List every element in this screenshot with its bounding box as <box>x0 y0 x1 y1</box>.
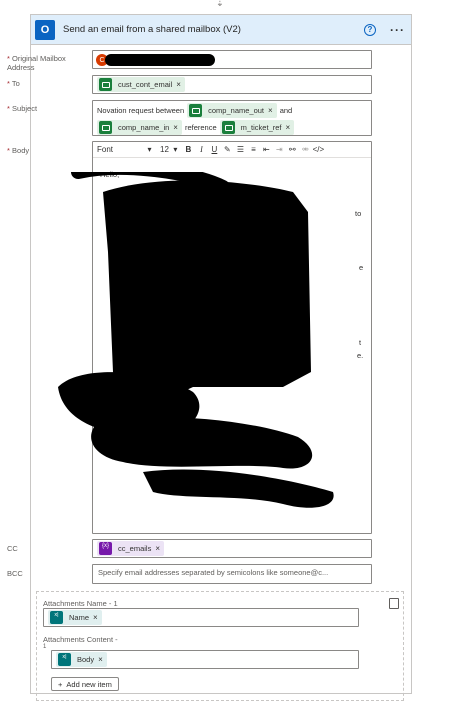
subject-text: reference <box>184 122 217 132</box>
remove-token-icon[interactable]: × <box>176 80 181 89</box>
subject-token[interactable]: comp_name_out × <box>187 103 277 118</box>
subject-text: and <box>279 106 293 115</box>
remove-token-icon[interactable]: × <box>286 123 291 132</box>
chevron-down-icon[interactable]: ▾ <box>143 143 156 157</box>
attachment-content-index: 1 <box>43 644 47 650</box>
card-header[interactable]: O Send an email from a shared mailbox (V… <box>31 15 411 45</box>
editor-toolbar: Font ▾ 12 ▾ B I U ✎ ☰ ≡ ⇤ ⇥ ⚯ ⚮ </> <box>93 142 371 158</box>
remove-token-icon[interactable]: × <box>155 544 160 553</box>
attachment-content-token[interactable]: Body × <box>56 652 107 667</box>
to-field[interactable]: cust_cont_email × <box>92 75 372 94</box>
cc-label: CC <box>7 544 18 553</box>
dynamic-content-icon <box>221 120 235 134</box>
variable-icon <box>99 542 112 555</box>
more-options-icon[interactable]: ··· <box>390 23 405 37</box>
card-title: Send an email from a shared mailbox (V2) <box>63 24 241 35</box>
underline-icon[interactable]: U <box>208 143 221 157</box>
attachment-name-label: Attachments Name - 1 <box>43 599 118 608</box>
code-view-icon[interactable]: </> <box>312 143 325 157</box>
numbered-list-icon[interactable]: ≡ <box>247 143 260 157</box>
outlook-icon: O <box>35 19 55 40</box>
subject-label: * Subject <box>7 104 38 113</box>
bcc-placeholder: Specify email addresses separated by sem… <box>98 568 329 577</box>
cc-field[interactable]: cc_emails × <box>92 539 372 558</box>
size-select[interactable]: 12 <box>160 145 169 154</box>
cc-token[interactable]: cc_emails × <box>97 541 165 556</box>
help-icon[interactable]: ? <box>364 23 376 36</box>
add-new-item-button[interactable]: + Add new item <box>51 677 119 691</box>
plus-icon: + <box>58 679 63 689</box>
italic-icon[interactable]: I <box>195 143 208 157</box>
unlink-icon[interactable]: ⚮ <box>299 143 312 157</box>
body-editor[interactable]: Font ▾ 12 ▾ B I U ✎ ☰ ≡ ⇤ ⇥ ⚯ ⚮ </> Hell… <box>58 141 372 534</box>
subject-text: Novation request between <box>97 106 185 115</box>
to-label: * To <box>7 79 20 88</box>
mailbox-field[interactable]: C <box>92 50 372 69</box>
dynamic-content-icon <box>99 120 112 134</box>
subject-token[interactable]: m_ticket_ref × <box>219 119 295 135</box>
link-icon[interactable]: ⚯ <box>286 143 299 157</box>
remove-token-icon[interactable]: × <box>93 613 98 622</box>
subject-field[interactable]: Novation request between comp_name_out ×… <box>92 100 372 136</box>
pen-icon[interactable]: ✎ <box>221 143 234 157</box>
dynamic-content-icon <box>189 104 203 117</box>
switch-to-input-icon[interactable] <box>389 598 399 609</box>
dynamic-content-icon <box>99 78 112 91</box>
remove-token-icon[interactable]: × <box>98 655 103 664</box>
attachment-content-label: Attachments Content - <box>43 635 118 644</box>
outdent-icon[interactable]: ⇤ <box>260 143 273 157</box>
bold-icon[interactable]: B <box>182 143 195 157</box>
attachment-name-field[interactable]: Name × <box>43 608 359 627</box>
indent-icon[interactable]: ⇥ <box>273 143 286 157</box>
compose-icon <box>50 611 63 624</box>
chevron-down-icon[interactable]: ▾ <box>169 143 182 157</box>
attachments-box: Attachments Name - 1 Name × Attachments … <box>36 591 404 701</box>
mailbox-label: * Original Mailbox Address <box>7 54 66 72</box>
subject-token[interactable]: comp_name_in × <box>97 119 182 135</box>
attachment-content-field[interactable]: Body × <box>51 650 359 669</box>
font-select[interactable]: Font <box>97 145 143 154</box>
body-label: * Body <box>7 146 30 155</box>
bcc-field[interactable]: Specify email addresses separated by sem… <box>92 564 372 584</box>
to-token[interactable]: cust_cont_email × <box>97 77 185 92</box>
redaction-scribble <box>58 172 334 508</box>
redaction-mark <box>105 54 215 66</box>
attachment-name-token[interactable]: Name × <box>48 610 102 625</box>
remove-token-icon[interactable]: × <box>268 106 273 115</box>
bullet-list-icon[interactable]: ☰ <box>234 143 247 157</box>
connector-arrow-icon: ⇣ <box>215 0 225 9</box>
remove-token-icon[interactable]: × <box>173 123 178 132</box>
compose-icon <box>58 653 71 666</box>
bcc-label: BCC <box>7 569 23 578</box>
